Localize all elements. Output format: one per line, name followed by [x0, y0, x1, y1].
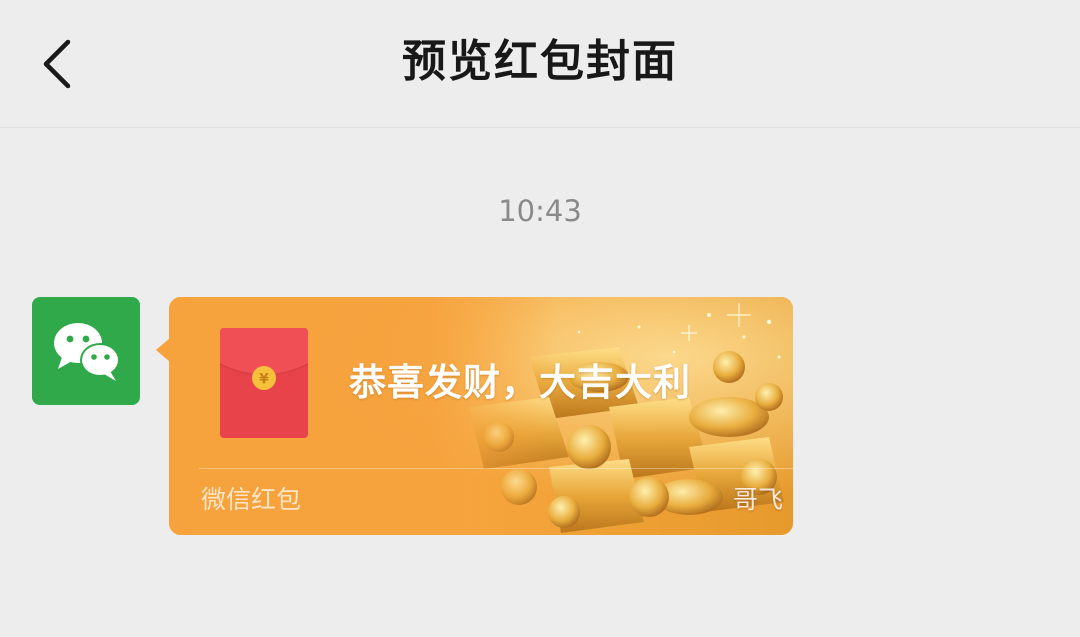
svg-text:¥: ¥ [259, 372, 269, 388]
red-packet-card[interactable]: ¥ 恭喜发财，大吉大利 微信红包 哥飞 [169, 297, 793, 535]
packet-divider [199, 468, 793, 469]
message-timestamp: 10:43 [498, 194, 582, 228]
packet-greeting: 恭喜发财，大吉大利 [349, 361, 691, 404]
avatar[interactable] [32, 297, 140, 405]
bubble-tail [156, 338, 170, 362]
nav-bar: 预览红包封面 [0, 0, 1080, 128]
packet-brand-label: 微信红包 [201, 485, 302, 514]
wechat-logo-icon [54, 323, 120, 381]
red-envelope-icon: ¥ [220, 328, 308, 438]
packet-sender-name: 哥飞 [732, 485, 783, 514]
page-title: 预览红包封面 [402, 36, 678, 87]
